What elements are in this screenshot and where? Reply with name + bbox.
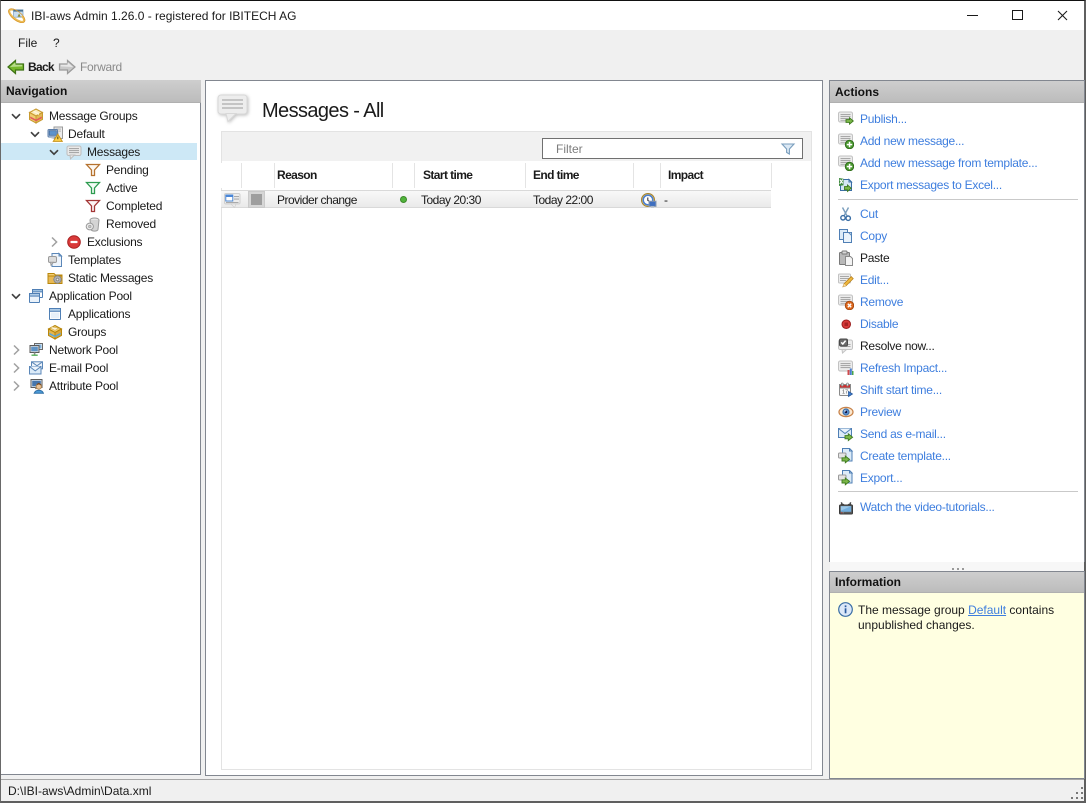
svg-text:17: 17 <box>842 390 848 396</box>
